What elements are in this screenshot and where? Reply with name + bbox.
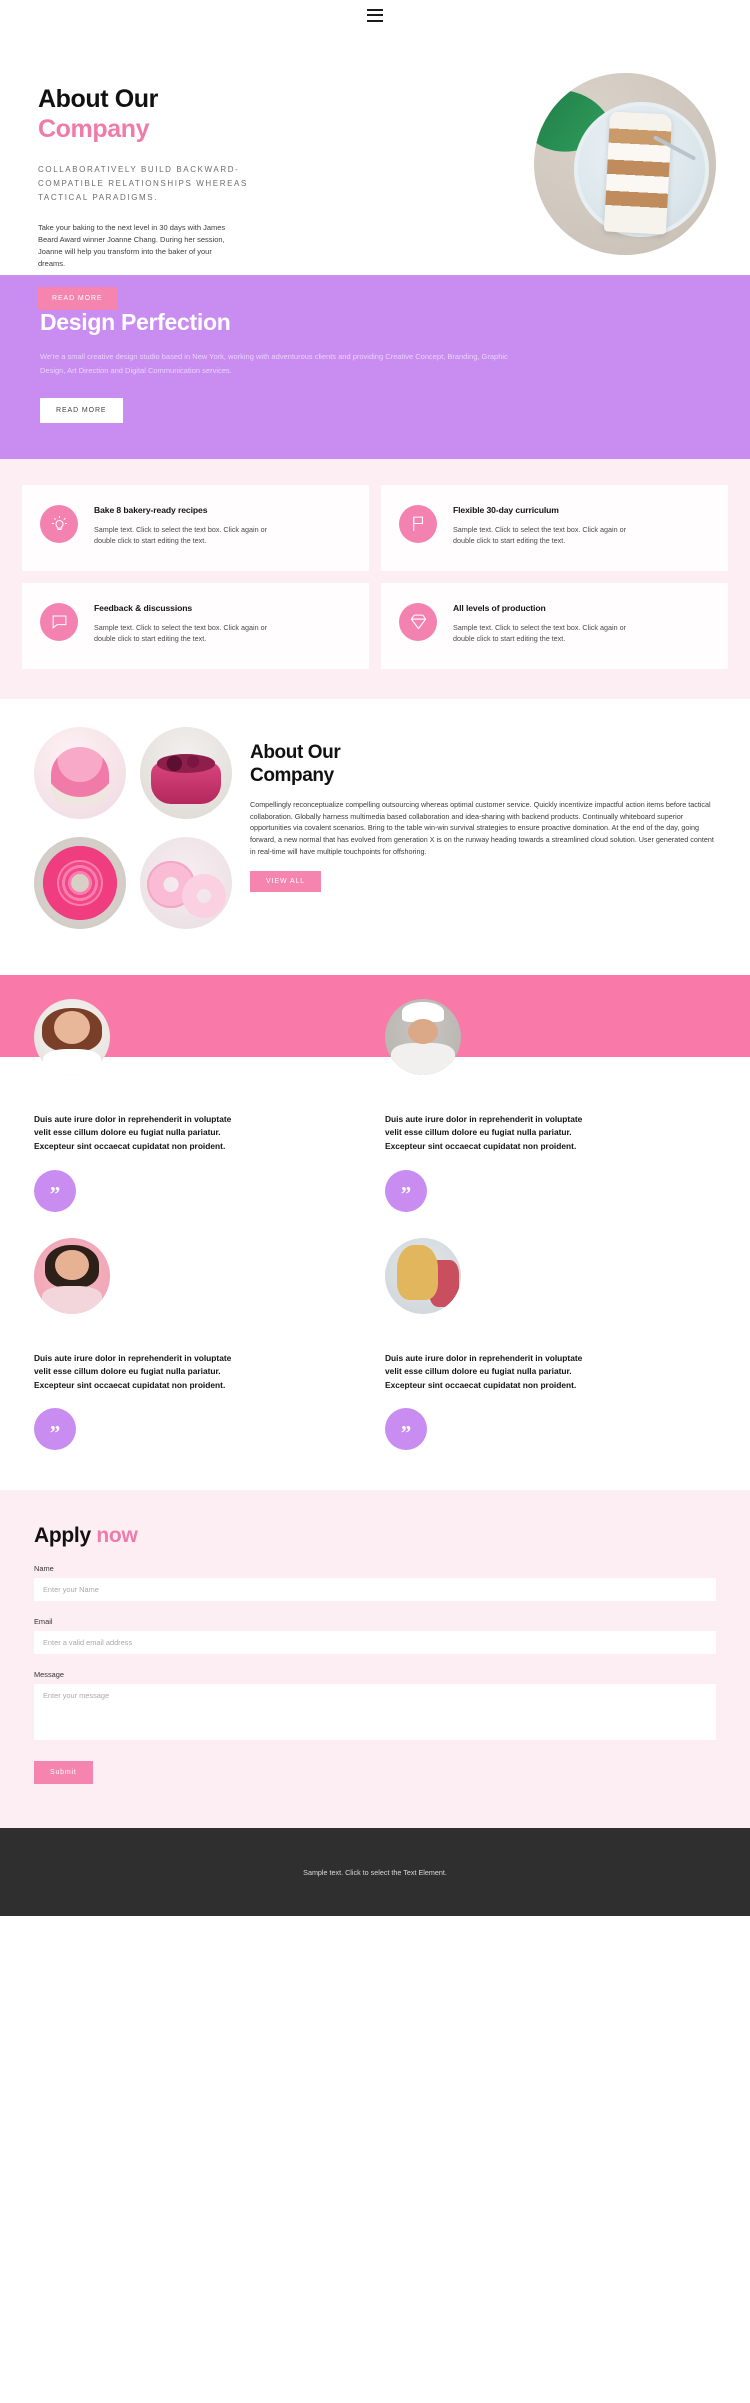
testimonial-quote: Duis aute irure dolor in reprehenderit i… <box>34 1352 232 1390</box>
testimonials-inner: Duis aute irure dolor in reprehenderit i… <box>0 975 750 1491</box>
avatar <box>385 1237 461 1314</box>
testimonial-item: Duis aute irure dolor in reprehenderit i… <box>385 998 716 1212</box>
features-section: Bake 8 bakery-ready recipes Sample text.… <box>0 458 750 699</box>
hero-read-more-button[interactable]: READ MORE <box>38 286 117 310</box>
hero-cake-image <box>534 73 716 255</box>
quote-glyph: ” <box>400 1420 412 1445</box>
feature-card-text: Sample text. Click to select the text bo… <box>94 524 267 545</box>
testimonial-quote: Duis aute irure dolor in reprehenderit i… <box>385 1352 583 1390</box>
apply-section: Apply now Name Email Message Submit <box>0 1490 750 1829</box>
about-gallery <box>34 726 232 929</box>
design-perfection-title: Design Perfection <box>40 309 231 335</box>
name-field-group: Name <box>34 1564 716 1602</box>
avatar <box>34 998 110 1075</box>
avatar-body <box>43 1048 101 1075</box>
feature-card[interactable]: Flexible 30-day curriculum Sample text. … <box>381 484 728 571</box>
view-all-button[interactable]: VIEW ALL <box>250 871 322 893</box>
feature-card-title: Bake 8 bakery-ready recipes <box>94 504 208 515</box>
email-input[interactable] <box>34 1631 716 1655</box>
feature-card-body: Feedback & discussions Sample text. Clic… <box>94 603 284 649</box>
hamburger-menu-icon[interactable] <box>367 8 383 22</box>
quote-icon: ” <box>385 1408 427 1451</box>
name-input[interactable] <box>34 1578 716 1602</box>
feature-card-title: Feedback & discussions <box>94 602 193 613</box>
name-label: Name <box>34 1564 54 1574</box>
hero-section: About Our Company COLLABORATIVELY BUILD … <box>0 30 750 310</box>
lightbulb-icon <box>40 504 78 543</box>
testimonials-row-2: Duis aute irure dolor in reprehenderit i… <box>34 1237 716 1451</box>
footer-text: Sample text. Click to select the Text El… <box>303 1867 447 1877</box>
message-label: Message <box>34 1670 64 1680</box>
site-header <box>0 0 750 30</box>
testimonial-quote: Duis aute irure dolor in reprehenderit i… <box>34 1113 232 1151</box>
site-footer: Sample text. Click to select the Text El… <box>0 1828 750 1917</box>
feature-card[interactable]: All levels of production Sample text. Cl… <box>381 582 728 669</box>
quote-icon: ” <box>385 1169 427 1212</box>
feature-card[interactable]: Feedback & discussions Sample text. Clic… <box>22 582 369 669</box>
quote-glyph: ” <box>49 1182 61 1207</box>
hero-paragraph: Take your baking to the next level in 30… <box>38 223 226 269</box>
feature-card-title: Flexible 30-day curriculum <box>453 504 559 515</box>
quote-glyph: ” <box>400 1182 412 1207</box>
gallery-image-pink-donut <box>34 836 126 929</box>
hero-title-line-1: About Our <box>38 85 158 113</box>
hero-title-line-2: Company <box>38 114 150 143</box>
design-perfection-paragraph: We're a small creative design studio bas… <box>40 352 508 375</box>
menu-bar-3 <box>367 19 383 22</box>
avatar-body <box>391 1042 455 1075</box>
testimonial-item: Duis aute irure dolor in reprehenderit i… <box>34 998 365 1212</box>
apply-title: Apply now <box>34 1524 716 1548</box>
feature-card-body: Bake 8 bakery-ready recipes Sample text.… <box>94 505 284 551</box>
quote-icon: ” <box>34 1408 76 1451</box>
feature-card[interactable]: Bake 8 bakery-ready recipes Sample text.… <box>22 484 369 571</box>
email-field-group: Email <box>34 1617 716 1655</box>
menu-bar-2 <box>367 14 383 16</box>
gallery-image-berry-cakes <box>140 726 232 819</box>
quote-glyph: ” <box>49 1420 61 1445</box>
testimonial-item: Duis aute irure dolor in reprehenderit i… <box>34 1237 365 1451</box>
hero-eyebrow: COLLABORATIVELY BUILD BACKWARD-COMPATIBL… <box>38 165 248 202</box>
diamond-icon <box>399 602 437 641</box>
feature-card-body: Flexible 30-day curriculum Sample text. … <box>453 505 643 551</box>
flag-icon <box>399 504 437 543</box>
testimonials-row-1: Duis aute irure dolor in reprehenderit i… <box>34 998 716 1212</box>
testimonials-section: Duis aute irure dolor in reprehenderit i… <box>0 974 750 1491</box>
design-read-more-button[interactable]: READ MORE <box>40 397 123 423</box>
apply-title-main: Apply <box>34 1524 91 1548</box>
menu-bar-1 <box>367 8 383 11</box>
avatar <box>34 1237 110 1314</box>
feature-card-title: All levels of production <box>453 602 546 613</box>
hero-content: About Our Company COLLABORATIVELY BUILD … <box>38 85 273 310</box>
about-paragraph: Compellingly reconceptualize compelling … <box>250 800 714 856</box>
submit-button[interactable]: Submit <box>34 1761 93 1785</box>
email-label: Email <box>34 1617 53 1627</box>
message-textarea[interactable] <box>34 1684 716 1741</box>
gallery-image-glazed-donuts <box>140 836 232 929</box>
page-title: About Our Company <box>38 85 273 144</box>
about-title-line-1: About Our <box>250 741 341 763</box>
about-section: About Our Company Compellingly reconcept… <box>0 698 750 975</box>
apply-title-accent: now <box>96 1524 138 1548</box>
gallery-image-cupcakes <box>34 726 126 819</box>
chat-bubble-icon <box>40 602 78 641</box>
avatar <box>385 998 461 1075</box>
avatar-body <box>41 1286 103 1314</box>
cake-slice-shape <box>603 111 672 235</box>
about-title: About Our Company <box>250 741 716 787</box>
feature-card-body: All levels of production Sample text. Cl… <box>453 603 643 649</box>
message-field-group: Message <box>34 1670 716 1745</box>
about-title-line-2: Company <box>250 764 334 786</box>
feature-card-text: Sample text. Click to select the text bo… <box>94 622 267 643</box>
quote-icon: ” <box>34 1169 76 1212</box>
feature-grid: Bake 8 bakery-ready recipes Sample text.… <box>22 484 728 669</box>
feature-card-text: Sample text. Click to select the text bo… <box>453 622 626 643</box>
testimonial-quote: Duis aute irure dolor in reprehenderit i… <box>385 1113 583 1151</box>
about-text-block: About Our Company Compellingly reconcept… <box>250 727 716 929</box>
testimonial-item: Duis aute irure dolor in reprehenderit i… <box>385 1237 716 1451</box>
feature-card-text: Sample text. Click to select the text bo… <box>453 524 626 545</box>
